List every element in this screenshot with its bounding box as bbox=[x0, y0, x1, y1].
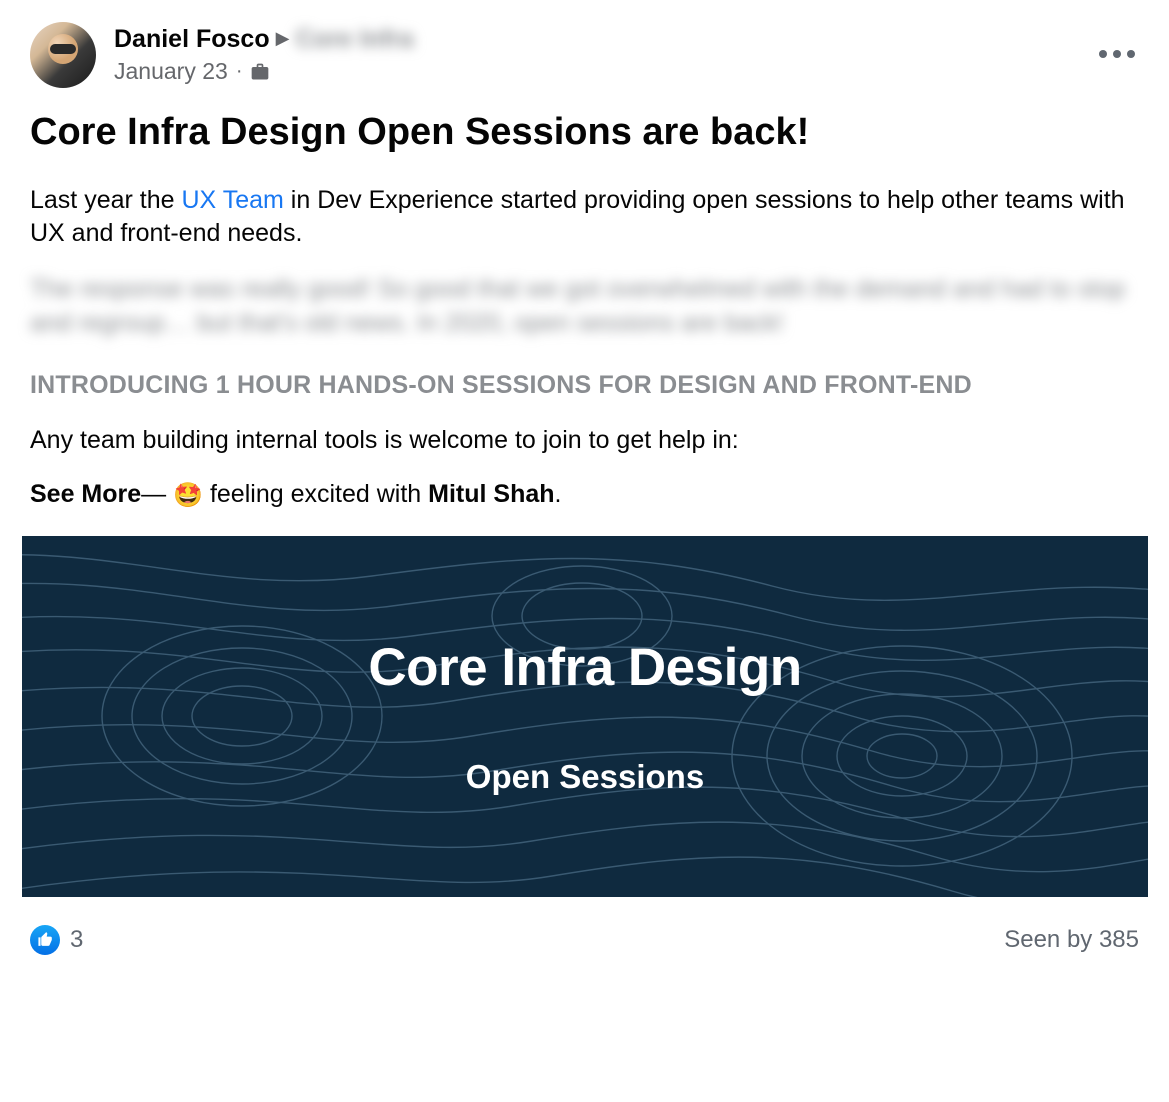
section-heading: INTRODUCING 1 HOUR HANDS-ON SESSIONS FOR… bbox=[30, 369, 1139, 403]
author-avatar[interactable] bbox=[30, 22, 96, 88]
post-date[interactable]: January 23 bbox=[114, 58, 228, 85]
post-header: Daniel Fosco ▶ Core Infra January 23 · bbox=[0, 22, 1169, 88]
briefcase-icon bbox=[250, 62, 270, 82]
excited-emoji-icon: 🤩 bbox=[173, 482, 203, 509]
ux-team-link[interactable]: UX Team bbox=[181, 186, 283, 214]
header-text: Daniel Fosco ▶ Core Infra January 23 · bbox=[114, 22, 1095, 85]
like-icon bbox=[30, 925, 60, 955]
tagged-person-link[interactable]: Mitul Shah bbox=[428, 480, 554, 508]
post-title: Core Infra Design Open Sessions are back… bbox=[30, 110, 1139, 156]
author-line: Daniel Fosco ▶ Core Infra bbox=[114, 24, 1095, 54]
post-paragraph: Last year the UX Team in Dev Experience … bbox=[30, 184, 1139, 252]
author-name[interactable]: Daniel Fosco bbox=[114, 24, 270, 54]
text: — bbox=[141, 480, 173, 508]
post-meta: January 23 · bbox=[114, 58, 1095, 85]
feeling-text: feeling excited with bbox=[203, 480, 428, 508]
post-body: Core Infra Design Open Sessions are back… bbox=[0, 110, 1169, 510]
banner-subtitle: Open Sessions bbox=[466, 758, 704, 796]
text: Last year the bbox=[30, 186, 181, 214]
text: . bbox=[555, 480, 562, 508]
see-more-line: See More— 🤩 feeling excited with Mitul S… bbox=[30, 480, 1139, 510]
post-banner-image[interactable]: Core Infra Design Open Sessions bbox=[22, 536, 1148, 897]
reactions[interactable]: 3 bbox=[30, 925, 83, 955]
post-footer: 3 Seen by 385 bbox=[0, 897, 1169, 955]
see-more-link[interactable]: See More bbox=[30, 480, 141, 508]
post-card: Daniel Fosco ▶ Core Infra January 23 · C… bbox=[0, 0, 1169, 975]
topo-pattern bbox=[22, 536, 1148, 897]
seen-by-count[interactable]: Seen by 385 bbox=[1004, 926, 1139, 954]
group-name[interactable]: Core Infra bbox=[295, 24, 413, 54]
chevron-right-icon: ▶ bbox=[276, 28, 290, 50]
meta-separator: · bbox=[236, 60, 243, 83]
blurred-paragraph: The response was really good! So good th… bbox=[30, 273, 1139, 341]
more-options-button[interactable] bbox=[1095, 44, 1139, 64]
banner-title: Core Infra Design bbox=[368, 637, 801, 698]
post-paragraph: Any team building internal tools is welc… bbox=[30, 424, 1139, 458]
reaction-count: 3 bbox=[70, 926, 83, 954]
